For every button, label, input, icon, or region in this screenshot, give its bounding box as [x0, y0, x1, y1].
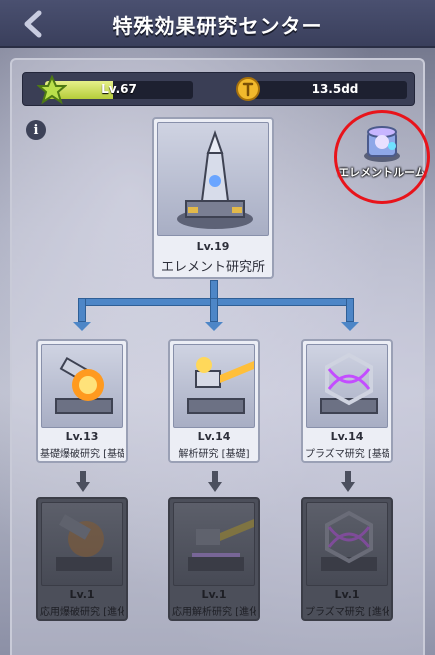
arrow-down-icon: [341, 322, 359, 331]
research-level: Lv.13: [65, 430, 99, 443]
currency-value: 13.5dd: [311, 82, 359, 96]
research-image: [306, 502, 388, 586]
page-title: 特殊効果研究センター: [112, 14, 323, 38]
research-name: 応用爆破研究 [進化]: [40, 607, 124, 618]
arrow-down-icon: [76, 471, 90, 492]
research-level: Lv.1: [69, 588, 95, 601]
arrow-down-icon: [73, 322, 91, 331]
research-level: Lv.1: [334, 588, 360, 601]
currency-display: 13.5dd: [253, 81, 407, 99]
plasma-cannon-icon: [320, 352, 378, 414]
research-card-basic-analysis[interactable]: Lv.14 解析研究 [基礎]: [168, 339, 260, 463]
blast-cannon-icon: [55, 356, 113, 414]
plasma-cannon-icon: [321, 510, 377, 571]
research-image: [173, 344, 255, 428]
main-building-level: Lv.19: [196, 240, 230, 253]
research-name: プラズマ研究 [基礎]: [305, 449, 389, 460]
research-level: Lv.1: [201, 588, 227, 601]
research-name: 基礎爆破研究 [基礎]: [40, 449, 124, 460]
research-card-basic-plasma[interactable]: Lv.14 プラズマ研究 [基礎]: [301, 339, 393, 463]
highlight-ring: [334, 110, 430, 204]
research-name: 解析研究 [基礎]: [178, 449, 250, 460]
research-card-advanced-analysis[interactable]: Lv.1 応用解析研究 [進化]: [168, 497, 260, 621]
level-progress-bar: Lv.67: [45, 81, 193, 99]
laser-cannon-icon: [188, 519, 254, 571]
connector-branch-right: [346, 298, 354, 322]
research-card-advanced-blast[interactable]: Lv.1 応用爆破研究 [進化]: [36, 497, 128, 621]
main-building-card[interactable]: Lv.19 エレメント研究所: [152, 117, 274, 279]
element-room-button[interactable]: エレメントルーム: [334, 110, 430, 204]
research-level: Lv.14: [330, 430, 364, 443]
research-tower-icon: [177, 129, 253, 229]
research-image: [173, 502, 255, 586]
research-level: Lv.14: [197, 430, 231, 443]
header-bar: 特殊効果研究センター: [0, 0, 435, 48]
star-icon: [37, 75, 67, 105]
laser-cannon-icon: [187, 357, 254, 414]
main-building-name: エレメント研究所: [160, 260, 265, 275]
info-icon[interactable]: i: [26, 120, 46, 140]
arrow-down-icon: [205, 322, 223, 331]
research-image: [41, 344, 123, 428]
research-card-basic-blast[interactable]: Lv.13 基礎爆破研究 [基礎]: [36, 339, 128, 463]
research-image: [41, 502, 123, 586]
arrow-down-icon: [341, 471, 355, 492]
connector-branch-left: [78, 298, 86, 322]
research-name: 応用解析研究 [進化]: [172, 607, 256, 618]
coin-icon: [236, 77, 260, 101]
main-building-image: [157, 122, 269, 236]
level-label: Lv.67: [101, 82, 137, 96]
status-bar: Lv.67 13.5dd: [22, 72, 415, 106]
connector-branch-center: [210, 298, 218, 322]
research-image: [306, 344, 388, 428]
research-name: プラズマ研究 [進化]: [305, 607, 389, 618]
arrow-down-icon: [208, 471, 222, 492]
blast-cannon-icon: [56, 514, 112, 571]
research-card-advanced-plasma[interactable]: Lv.1 プラズマ研究 [進化]: [301, 497, 393, 621]
